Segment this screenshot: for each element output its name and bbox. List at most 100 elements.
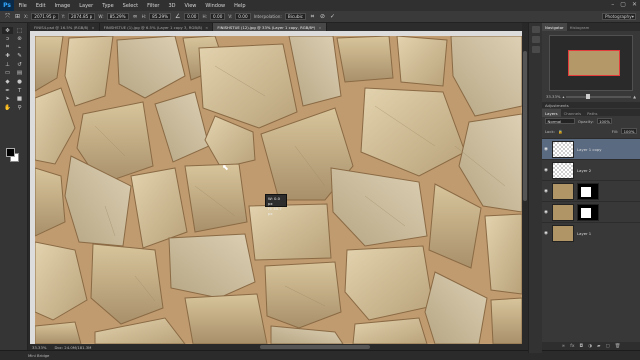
adjust-icon[interactable]: ◑ [588,344,592,349]
navigator-preview[interactable] [549,35,633,91]
visibility-eye-icon[interactable]: ◉ [544,147,549,152]
scroll-thumb[interactable] [523,51,527,201]
dodge-icon[interactable]: ● [14,79,25,86]
width-input[interactable]: 85.29% [106,13,129,20]
transform-tool-icon[interactable]: ⤧ [4,13,11,20]
zoom-slider[interactable] [566,94,632,99]
zoom-level[interactable]: 33.33% [32,345,46,350]
menu-type[interactable]: Type [98,3,118,9]
close-tab-icon[interactable]: × [205,25,208,30]
menu-3d[interactable]: 3D [164,3,180,9]
layer-row[interactable]: ◉ Layer 1 copy [542,138,640,159]
brush-icon[interactable]: ✎ [14,53,25,60]
tab-navigator[interactable]: Navigator [542,23,567,31]
menu-view[interactable]: View [180,3,201,9]
character-icon[interactable] [531,46,540,53]
pen-icon[interactable]: ✒ [2,87,13,94]
scroll-thumb[interactable] [260,345,370,349]
mini-bridge-tab[interactable]: Mini Bridge [28,353,49,358]
heal-icon[interactable]: ✚ [2,53,13,60]
menu-edit[interactable]: Edit [31,3,50,9]
y-input[interactable]: 2074.85 p [68,13,96,20]
tab-channels[interactable]: Channels [561,109,585,117]
menu-layer[interactable]: Layer [75,3,98,9]
tab-doc-3[interactable]: FINISHSTUE (12).jpg @ 33% (Layer 1 copy,… [213,23,327,31]
cancel-icon[interactable]: ⊘ [319,13,326,20]
lasso-icon[interactable]: ↄ [2,36,13,43]
type-icon[interactable]: T [14,87,25,94]
mask-icon[interactable]: ◘ [580,344,584,349]
visibility-eye-icon[interactable]: ◉ [544,189,549,194]
zoom-in-icon[interactable]: ▲ [633,94,636,99]
navigator-zoom-value[interactable]: 33.33% [546,94,560,99]
eraser-icon[interactable]: ▭ [2,70,13,77]
quick-select-icon[interactable]: ⊛ [14,36,25,43]
tab-doc-2[interactable]: FINISHSTUE (1).jpg @ 6.5% (Layer 1 copy … [100,23,214,31]
menu-image[interactable]: Image [50,3,75,9]
menu-filter[interactable]: Filter [143,3,164,9]
shape-icon[interactable]: ■ [14,96,25,103]
move-icon[interactable]: ✥ [2,27,13,34]
link-icon[interactable]: ∞ [562,344,566,349]
navigator-view-box[interactable] [568,50,620,76]
tab-layers[interactable]: Layers [542,109,561,117]
lock-icon[interactable]: 🔒 [558,129,563,134]
tab-paths[interactable]: Paths [584,109,600,117]
close-tab-icon[interactable]: × [318,25,321,30]
history-icon[interactable] [531,26,540,33]
marquee-icon[interactable]: ⬚ [14,27,25,34]
document-canvas[interactable]: W: 0.0 px H: 40.7 px [35,36,522,344]
zoom-icon[interactable]: ⚲ [14,104,25,111]
stamp-icon[interactable]: ⊥ [2,61,13,68]
fill-input[interactable]: 100% [621,128,637,134]
crop-icon[interactable]: ⌗ [2,44,13,51]
hand-icon[interactable]: ✋ [2,104,13,111]
maximize-icon[interactable]: ▢ [620,1,626,8]
properties-icon[interactable] [531,36,540,43]
workspace-select[interactable]: Photography ▾ [602,13,636,20]
link-icon[interactable]: ∞ [132,13,139,20]
path-select-icon[interactable]: ➤ [2,96,13,103]
close-tab-icon[interactable]: × [91,25,94,30]
foreground-color-swatch[interactable] [6,148,15,157]
tab-histogram[interactable]: Histogram [567,23,593,31]
visibility-eye-icon[interactable]: ◉ [544,168,549,173]
layer-mask-thumbnail[interactable] [577,203,599,221]
visibility-eye-icon[interactable]: ◉ [544,210,549,215]
blend-mode-select[interactable]: Normal [545,118,575,124]
gradient-icon[interactable]: ▤ [14,70,25,77]
tab-doc-1[interactable]: FINIS4.psd @ 16.5% (RGB/8) × [30,23,100,31]
layer-row[interactable]: ◉ Layer 1 [542,222,640,243]
blur-icon[interactable]: ◆ [2,79,13,86]
menu-window[interactable]: Window [201,3,230,9]
skew-v-input[interactable]: 0.00 [235,13,251,20]
reference-point-icon[interactable]: ⊞ [14,13,21,20]
menu-file[interactable]: File [14,3,31,9]
folder-icon[interactable]: ▰ [597,344,600,349]
visibility-eye-icon[interactable]: ◉ [544,231,549,236]
layer-row[interactable]: ◉ [542,180,640,201]
layer-mask-thumbnail[interactable] [577,182,599,200]
history-brush-icon[interactable]: ↺ [14,61,25,68]
height-input[interactable]: 85.29% [149,13,172,20]
warp-icon[interactable]: ⌗ [309,13,316,20]
zoom-slider-knob[interactable] [585,94,590,99]
x-input[interactable]: 2071.95 p [31,13,59,20]
close-icon[interactable]: ✕ [632,1,637,8]
adjustments-header[interactable]: Adjustments [542,102,640,108]
layer-row[interactable]: ◉ [542,201,640,222]
eyedropper-icon[interactable]: ⌁ [14,44,25,51]
fx-icon[interactable]: fx [570,344,574,349]
opacity-input[interactable]: 100% [596,118,613,124]
menu-select[interactable]: Select [118,3,142,9]
trash-icon[interactable]: 🗑 [615,344,621,349]
interpolation-select[interactable]: Bicubic [284,13,306,20]
layer-row[interactable]: ◉ Layer 2 [542,159,640,180]
new-layer-icon[interactable]: ▢ [605,344,609,349]
menu-help[interactable]: Help [230,3,250,9]
angle-input[interactable]: 0.00 [184,13,200,20]
skew-h-input[interactable]: 0.00 [210,13,226,20]
zoom-out-icon[interactable]: ▴ [562,94,564,99]
minimize-icon[interactable]: – [611,1,614,8]
commit-icon[interactable]: ✓ [329,13,336,20]
